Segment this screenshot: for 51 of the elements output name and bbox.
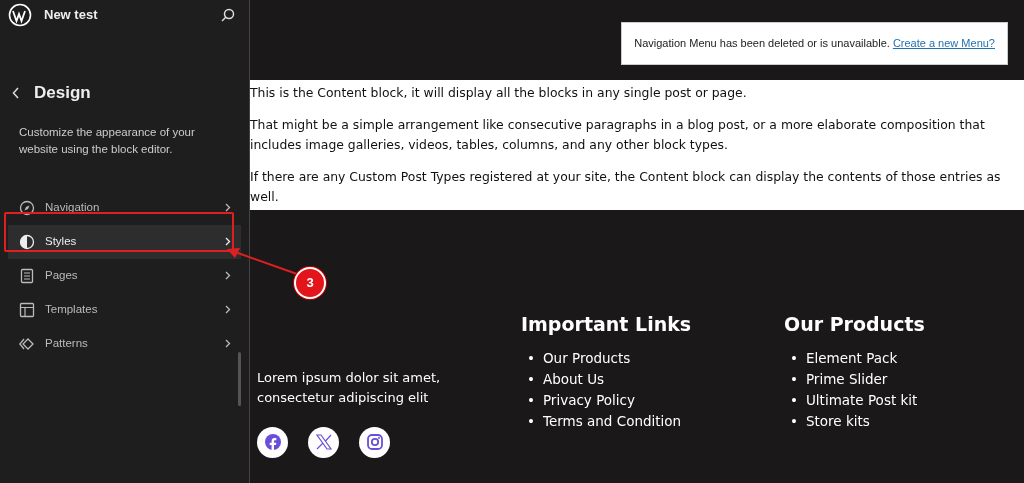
- social-button[interactable]: [359, 426, 390, 458]
- content-paragraph: This is the Content block, it will display all the blocks in any single post or page.: [250, 84, 748, 102]
- footer-text: Lorem ipsum dolor sit amet, consectetur adipiscing elit: [257, 368, 442, 407]
- scrollbar[interactable]: [238, 352, 241, 406]
- footer-link[interactable]: About Us: [542, 369, 605, 390]
- chevron-icon: [225, 305, 231, 314]
- sidebar-item[interactable]: Templates: [8, 292, 241, 327]
- list-bullet: •: [527, 412, 535, 431]
- search-icon[interactable]: [221, 8, 235, 22]
- footer-link[interactable]: Terms and Condition: [542, 411, 682, 432]
- chevron-icon: [225, 203, 231, 212]
- footer-link[interactable]: Our Products: [542, 348, 631, 369]
- footer-heading: Our Products: [784, 311, 926, 337]
- social-button[interactable]: [257, 426, 288, 458]
- list-bullet: •: [790, 412, 798, 431]
- compass-icon: [19, 199, 35, 216]
- list-bullet: •: [790, 349, 798, 368]
- back-icon[interactable]: [12, 86, 20, 99]
- sidebar-item[interactable]: Styles: [8, 224, 241, 259]
- footer-link[interactable]: Privacy Policy: [542, 390, 635, 411]
- panel-description: Customize the appearance of your website using the block editor.: [19, 124, 196, 157]
- list-bullet: •: [527, 349, 535, 368]
- footer-link[interactable]: Ultimate Post kit: [805, 390, 918, 411]
- instagram-icon: [365, 433, 384, 451]
- list-bullet: •: [527, 391, 535, 410]
- list-bullet: •: [527, 370, 535, 389]
- x-logo-icon: [314, 433, 333, 451]
- footer-heading: Important Links: [521, 311, 693, 337]
- list-bullet: •: [790, 370, 798, 389]
- layout-icon: [19, 301, 35, 318]
- wordpress-logo[interactable]: [8, 3, 32, 27]
- notice-text: Navigation Menu has been deleted or is unavailable.: [634, 37, 890, 49]
- sidebar-item[interactable]: Pages: [8, 258, 241, 293]
- panel-title: Design: [34, 82, 91, 104]
- page-icon: [19, 267, 35, 284]
- contrast-icon: [19, 233, 35, 250]
- sidebar-item[interactable]: Navigation: [8, 190, 241, 225]
- list-bullet: •: [790, 391, 798, 410]
- chevron-icon: [225, 339, 231, 348]
- social-button[interactable]: [308, 426, 339, 458]
- footer-link[interactable]: Prime Slider: [805, 369, 888, 390]
- create-menu-link[interactable]: Create a new Menu?: [892, 37, 995, 49]
- footer-link[interactable]: Element Pack: [805, 348, 898, 369]
- footer-link[interactable]: Store kits: [805, 411, 870, 432]
- content-paragraph: If there are any Custom Post Types registered at your site, the Content block can display the contents of those entries as well.: [250, 167, 1002, 206]
- chevron-icon: [225, 271, 231, 280]
- step-badge: 3: [294, 267, 326, 299]
- chevron-icon: [225, 237, 231, 246]
- content-paragraph: That might be a simple arrangement like consecutive paragraphs in a blog post, or a more elaborate composition that includes image galleries, videos, tables, columns, and any other block types.: [250, 115, 986, 154]
- site-title: New test: [44, 6, 98, 25]
- facebook-icon: [263, 433, 282, 451]
